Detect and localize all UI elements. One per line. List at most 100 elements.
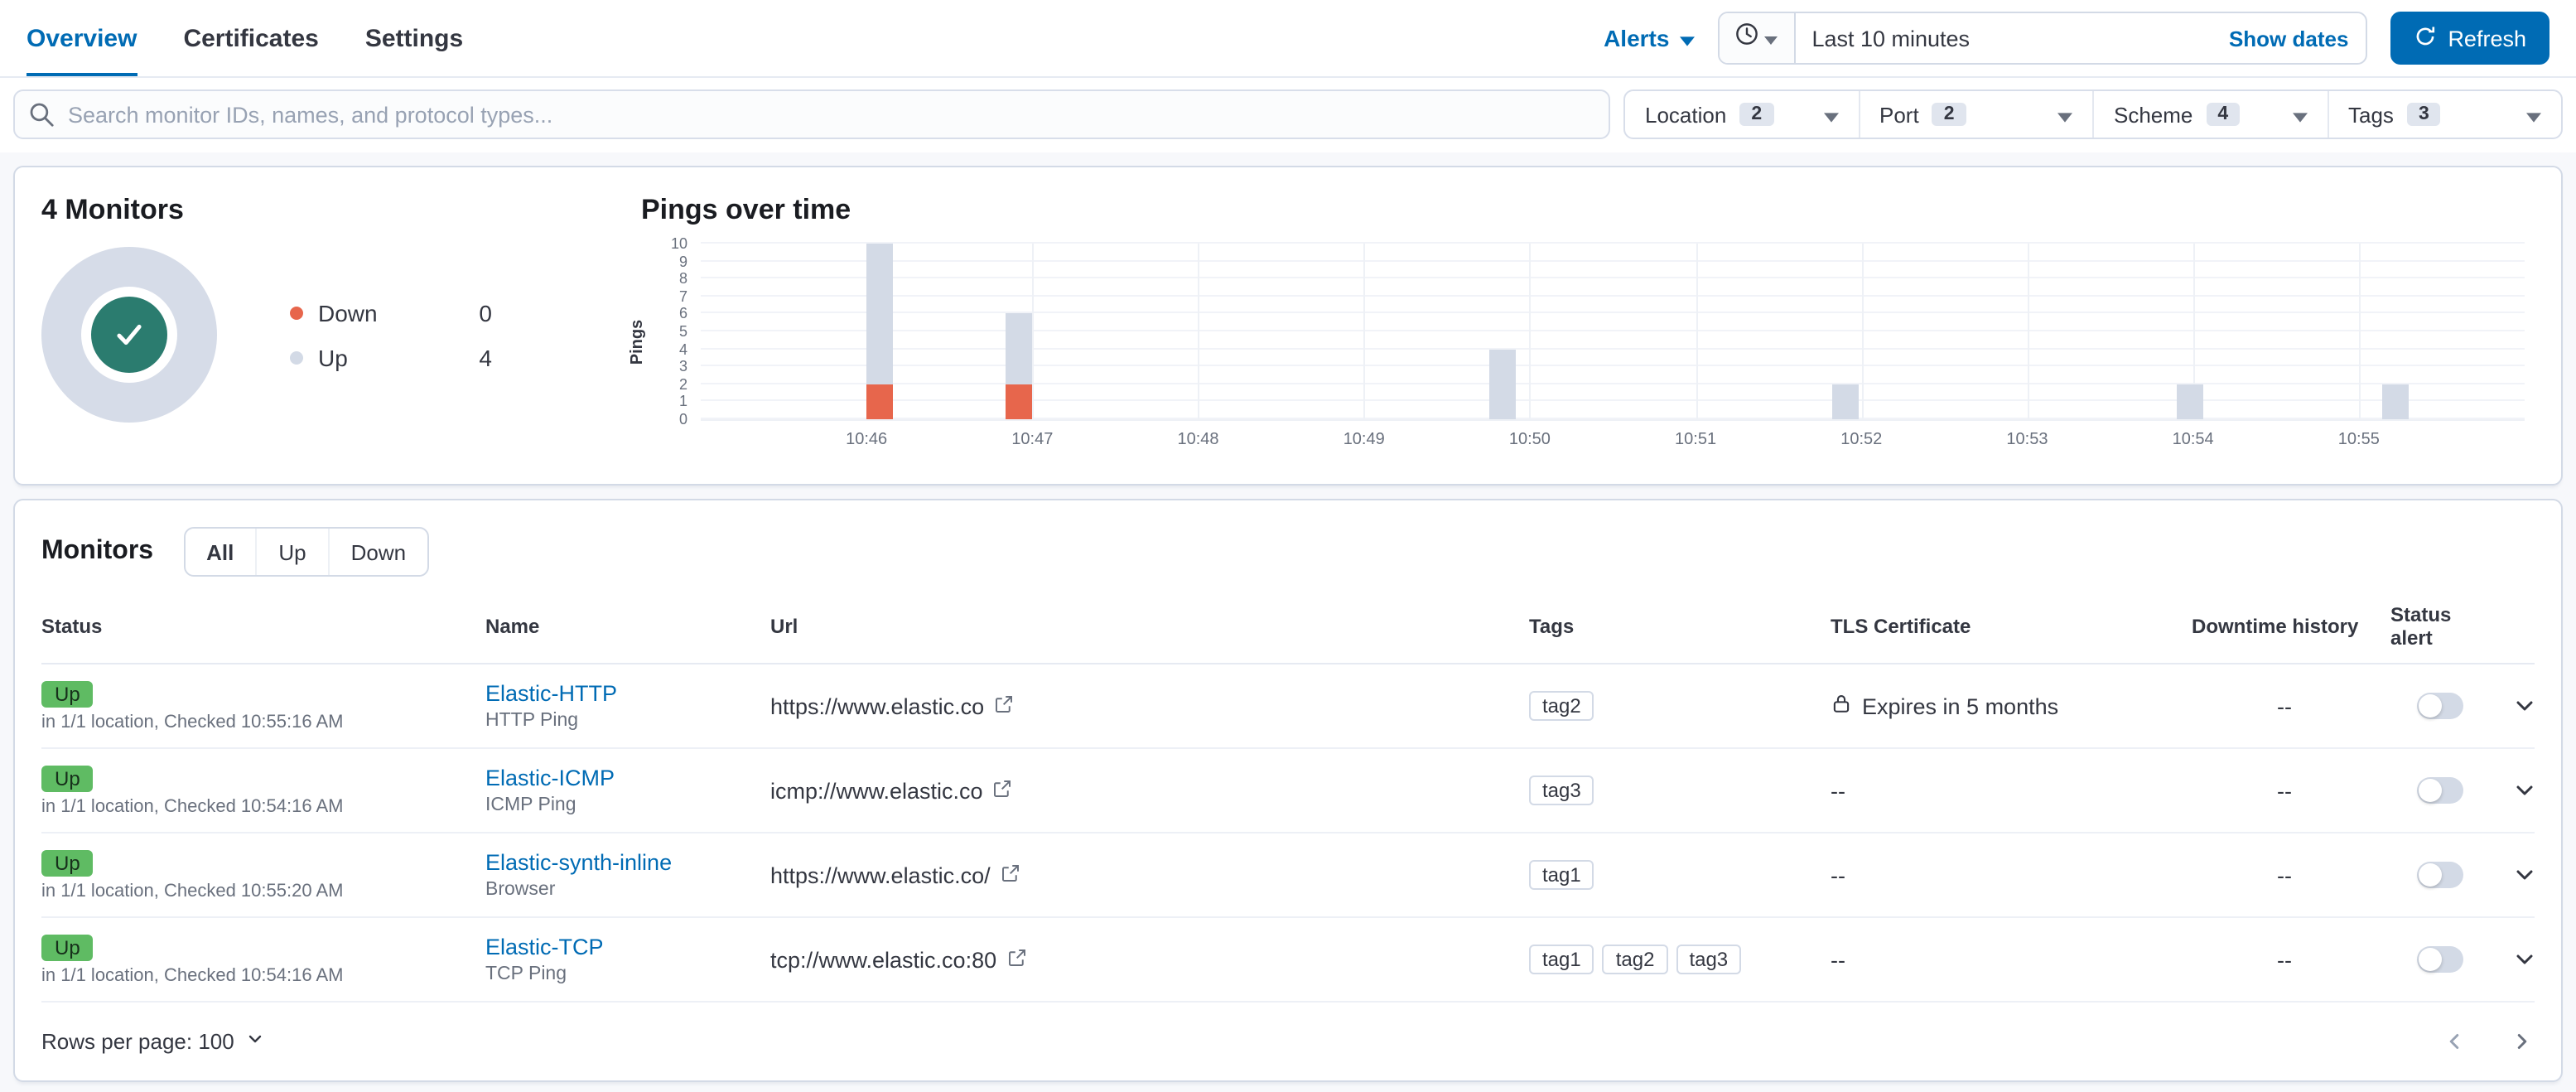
filter-location[interactable]: Location 2 — [1625, 91, 1860, 138]
y-gridline — [701, 312, 2525, 314]
alerts-dropdown[interactable]: Alerts — [1604, 25, 1695, 51]
col-tls: TLS Certificate — [1831, 615, 1971, 638]
x-gridline — [1198, 244, 1200, 419]
monitor-name-link[interactable]: Elastic-TCP — [485, 935, 604, 959]
expand-row-button[interactable] — [2511, 777, 2538, 804]
time-range-value: Last 10 minutes — [1811, 26, 1971, 51]
legend-item-up: Up 4 — [290, 344, 492, 370]
rows-per-page-button[interactable]: Rows per page: 100 — [41, 1029, 266, 1054]
name-cell: Elastic-synth-inline Browser — [485, 850, 770, 900]
monitor-name-link[interactable]: Elastic-synth-inline — [485, 850, 672, 875]
downtime-cell: -- — [2277, 947, 2292, 972]
tag-badge[interactable]: tag1 — [1529, 945, 1594, 974]
col-url: Url — [770, 615, 798, 638]
tls-text: -- — [1831, 862, 1845, 887]
col-status-alert: Status alert — [2390, 603, 2452, 650]
monitor-type: ICMP Ping — [485, 795, 576, 815]
y-gridline — [701, 399, 2525, 402]
monitor-name-link[interactable]: Elastic-HTTP — [485, 681, 617, 706]
expand-row-button[interactable] — [2511, 946, 2538, 973]
x-gridline — [1529, 244, 1532, 419]
y-gridline — [701, 277, 2525, 279]
url-cell[interactable]: icmp://www.elastic.co — [770, 778, 1529, 803]
name-cell: Elastic-HTTP HTTP Ping — [485, 681, 770, 731]
downtime-cell: -- — [2277, 778, 2292, 803]
tls-cell: -- — [1831, 778, 2192, 803]
filter-up-button[interactable]: Up — [257, 529, 330, 575]
down-legend-label: Down — [318, 299, 378, 326]
show-dates-link[interactable]: Show dates — [2229, 26, 2349, 51]
tls-cell: -- — [1831, 862, 2192, 887]
status-alert-toggle[interactable] — [2417, 693, 2463, 719]
table-header: Status Name Url Tags TLS Certificate Dow… — [41, 603, 2535, 664]
page-content: 4 Monitors Down 0 Up 4 Pings over time P… — [0, 152, 2576, 1092]
col-tags: Tags — [1529, 615, 1575, 638]
filter-scheme[interactable]: Scheme 4 — [2094, 91, 2328, 138]
y-tick-label: 9 — [678, 253, 687, 270]
filter-tags-label: Tags — [2348, 102, 2394, 127]
downtime-cell: -- — [2277, 862, 2292, 887]
tags-cell: tag1 tag2 tag3 — [1529, 945, 1831, 974]
status-alert-toggle[interactable] — [2417, 946, 2463, 973]
tag-badge[interactable]: tag3 — [1676, 945, 1742, 974]
y-tick-label: 8 — [678, 270, 687, 287]
status-cell: Up in 1/1 location, Checked 10:55:20 AM — [41, 849, 485, 901]
filter-down-button[interactable]: Down — [330, 529, 428, 575]
table-row: Up in 1/1 location, Checked 10:55:16 AM … — [41, 664, 2535, 749]
tls-text: Expires in 5 months — [1862, 693, 2059, 718]
status-alert-toggle[interactable] — [2417, 777, 2463, 804]
x-tick-label: 10:49 — [1343, 431, 1385, 449]
y-tick-label: 3 — [678, 358, 687, 375]
url-cell[interactable]: https://www.elastic.co/ — [770, 862, 1529, 887]
filter-tags[interactable]: Tags 3 — [2328, 91, 2561, 138]
pings-chart-section: Pings over time Pings 0 1 2 3 4 5 6 7 8 9 10 10:46 1… — [629, 194, 2535, 457]
url-cell[interactable]: https://www.elastic.co — [770, 693, 1529, 718]
tag-badge[interactable]: tag2 — [1529, 691, 1594, 721]
tag-badge[interactable]: tag2 — [1602, 945, 1668, 974]
x-tick-label: 10:55 — [2337, 431, 2380, 449]
filter-all-button[interactable]: All — [185, 529, 258, 575]
pings-bar — [1006, 244, 1033, 419]
quick-select-button[interactable] — [1719, 13, 1796, 63]
time-range-field[interactable]: Last 10 minutes Show dates — [1795, 13, 2365, 63]
y-tick-label: 6 — [678, 305, 687, 322]
uptime-app: Overview Certificates Settings Alerts La… — [0, 0, 2576, 1092]
monitor-name-link[interactable]: Elastic-ICMP — [485, 766, 615, 790]
tag-badge[interactable]: tag1 — [1529, 860, 1594, 890]
status-alert-toggle[interactable] — [2417, 862, 2463, 888]
tag-badge[interactable]: tag3 — [1529, 776, 1594, 805]
down-legend-dot — [290, 306, 303, 319]
tab-overview[interactable]: Overview — [27, 0, 137, 76]
filter-port[interactable]: Port 2 — [1860, 91, 2094, 138]
url-cell[interactable]: tcp://www.elastic.co:80 — [770, 947, 1529, 972]
y-tick-label: 10 — [670, 235, 687, 252]
up-count: 4 — [479, 344, 492, 370]
status-detail: in 1/1 location, Checked 10:55:16 AM — [41, 712, 344, 732]
table-row: Up in 1/1 location, Checked 10:54:16 AM … — [41, 918, 2535, 1003]
name-cell: Elastic-TCP TCP Ping — [485, 935, 770, 984]
tls-cell: -- — [1831, 947, 2192, 972]
x-gridline — [1696, 244, 1698, 419]
overview-panel: 4 Monitors Down 0 Up 4 Pings over time P… — [13, 166, 2563, 486]
expand-row-button[interactable] — [2511, 862, 2538, 888]
refresh-button[interactable]: Refresh — [2390, 12, 2549, 65]
status-donut-chart — [41, 247, 217, 423]
tab-settings[interactable]: Settings — [365, 0, 463, 76]
prev-page-button[interactable] — [2442, 1029, 2467, 1054]
tab-overview-label: Overview — [27, 24, 137, 52]
table-row: Up in 1/1 location, Checked 10:54:16 AM … — [41, 749, 2535, 833]
next-page-button[interactable] — [2510, 1029, 2535, 1054]
search-input[interactable] — [13, 89, 1610, 139]
refresh-label: Refresh — [2448, 26, 2526, 51]
table-row: Up in 1/1 location, Checked 10:55:20 AM … — [41, 833, 2535, 918]
tab-certificates[interactable]: Certificates — [183, 0, 318, 76]
x-tick-label: 10:47 — [1011, 431, 1054, 449]
x-gridline — [2358, 244, 2361, 419]
x-tick-label: 10:52 — [1840, 431, 1883, 449]
x-tick-label: 10:50 — [1508, 431, 1551, 449]
expand-row-button[interactable] — [2511, 693, 2538, 719]
y-gridline — [701, 330, 2525, 331]
donut-hole — [81, 287, 177, 383]
refresh-icon — [2413, 24, 2436, 52]
time-range-picker: Last 10 minutes Show dates — [1717, 12, 2367, 65]
